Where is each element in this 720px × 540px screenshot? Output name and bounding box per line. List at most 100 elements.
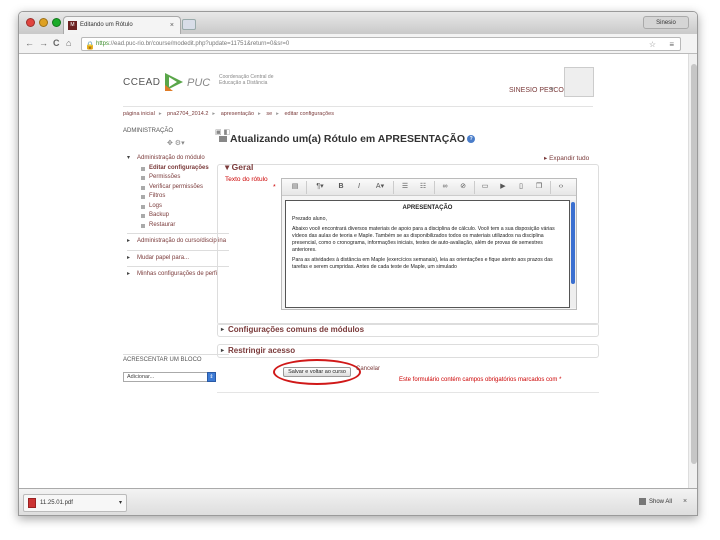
tab-strip: M Editando um Rótulo × Sinesio <box>19 12 697 34</box>
field-label: Texto do rótulo <box>225 176 268 183</box>
close-window-icon[interactable] <box>26 18 35 27</box>
copy-icon[interactable]: ❐ <box>532 182 546 192</box>
cancel-link[interactable]: Cancelar <box>356 366 380 372</box>
logo-subtitle: Coordenação Central de Educação a Distân… <box>219 74 274 86</box>
avatar[interactable] <box>564 67 594 97</box>
bookmark-star-icon[interactable]: ☆ <box>649 38 656 51</box>
paragraph-style-icon[interactable]: ¶▾ <box>310 182 330 192</box>
divider <box>434 181 435 194</box>
page-title-text: Atualizando um(a) Rótulo em APRESENTAÇÃO <box>230 133 466 145</box>
browser-window: M Editando um Rótulo × Sinesio ← → C ⌂ 🔒… <box>18 11 698 516</box>
page-title: Atualizando um(a) Rótulo em APRESENTAÇÃO… <box>219 133 476 145</box>
text-color-icon[interactable]: A▾ <box>370 182 390 192</box>
tree-item-my-profile[interactable]: Minhas configurações de perfil <box>127 270 229 280</box>
breadcrumb-separator-icon: ▸ <box>276 111 281 117</box>
add-block-select[interactable]: Adicionar... <box>123 372 215 382</box>
tree-item-module-admin[interactable]: Administração do módulo <box>127 154 229 164</box>
breadcrumb-separator-icon: ▸ <box>258 111 263 117</box>
logo-text: CCEAD <box>123 77 161 88</box>
tree-item-logs[interactable]: Logs <box>127 202 229 212</box>
unlink-icon[interactable]: ⊘ <box>456 182 470 192</box>
toolbar-toggle-icon[interactable]: ▤ <box>288 182 302 192</box>
tree-item-filters[interactable]: Filtros <box>127 192 229 202</box>
url-scheme: https <box>96 41 110 47</box>
select-arrow-icon[interactable]: ⇕ <box>207 372 216 382</box>
file-icon[interactable]: ▯ <box>514 182 528 192</box>
user-menu[interactable]: SINESIO PESCO <box>509 87 564 94</box>
editor-content[interactable]: APRESENTAÇÃO Prezado aluno, Abaixo você … <box>285 200 570 308</box>
forward-icon[interactable]: → <box>39 38 48 48</box>
section-common-settings[interactable]: Configurações comuns de módulos <box>217 323 599 337</box>
divider <box>306 181 307 194</box>
menu-icon[interactable]: ≡ <box>669 38 674 51</box>
bullet-list-icon[interactable]: ☰ <box>398 182 412 192</box>
tree-item-edit-settings[interactable]: Editar configurações <box>127 164 229 174</box>
browser-tab[interactable]: M Editando um Rótulo × <box>63 16 181 34</box>
breadcrumb-item[interactable]: pna2704_2014.2 <box>167 111 208 117</box>
zoom-window-icon[interactable] <box>52 18 61 27</box>
browser-toolbar: ← → C ⌂ 🔒 https://ead.puc-rio.br/course/… <box>19 34 697 54</box>
show-all-downloads-link[interactable]: Show All <box>639 498 672 505</box>
editor-scrollbar[interactable] <box>570 200 576 308</box>
divider <box>474 181 475 194</box>
tree-item-restore[interactable]: Restaurar <box>127 221 229 231</box>
rich-text-editor[interactable]: ▤ ¶▾ B I A▾ ☰ ☷ ∞ ⊘ ▭ ▶ ▯ ❐ ‹› APRESENTA… <box>281 178 577 310</box>
html-source-icon[interactable]: ‹› <box>554 182 568 192</box>
close-shelf-icon[interactable]: × <box>683 498 687 505</box>
expand-all-link[interactable]: ▸ Expandir tudo <box>544 154 589 162</box>
bold-icon[interactable]: B <box>334 182 348 192</box>
chevron-down-icon[interactable]: ▾ <box>119 495 122 512</box>
page-scrollbar[interactable] <box>688 54 697 488</box>
tree-item-switch-role[interactable]: Mudar papel para... <box>127 254 229 264</box>
divider <box>217 392 599 393</box>
numbered-list-icon[interactable]: ☷ <box>416 182 430 192</box>
admin-tree: Administração do módulo Editar configura… <box>127 154 229 280</box>
reload-icon[interactable]: C <box>53 38 60 48</box>
section-restrict-access[interactable]: Restringir acesso <box>217 344 599 358</box>
required-note-text: Este formulário contém campos obrigatóri… <box>399 377 558 383</box>
italic-icon[interactable]: I <box>352 182 366 192</box>
page-scroll-thumb[interactable] <box>691 64 697 464</box>
section-general-label: Geral <box>231 162 254 172</box>
page-viewport: CCEAD PUC Coordenação Central de Educaçã… <box>19 54 688 488</box>
download-filename: 11.25.01.pdf <box>40 500 73 506</box>
breadcrumb-item[interactable]: editar configurações <box>284 111 334 117</box>
new-tab-button[interactable] <box>182 19 196 30</box>
editor-toolbar: ▤ ¶▾ B I A▾ ☰ ☷ ∞ ⊘ ▭ ▶ ▯ ❐ ‹› <box>282 179 576 196</box>
link-icon[interactable]: ∞ <box>438 182 452 192</box>
add-block-title: ACRESCENTAR UM BLOCO <box>123 354 229 363</box>
breadcrumb-separator-icon: ▸ <box>212 111 217 117</box>
divider <box>127 233 229 234</box>
minimize-window-icon[interactable] <box>39 18 48 27</box>
breadcrumb: página inicial ▸ pna2704_2014.2 ▸ apresent… <box>123 106 593 117</box>
section-general[interactable]: ▾ Geral <box>225 162 253 173</box>
tree-item-backup[interactable]: Backup <box>127 211 229 221</box>
required-mark: * <box>273 184 276 191</box>
home-icon[interactable]: ⌂ <box>66 38 71 48</box>
content-greeting: Prezado aluno, <box>292 216 327 222</box>
tree-item-check-permissions[interactable]: Verificar permissões <box>127 183 229 193</box>
image-icon[interactable]: ▭ <box>478 182 492 192</box>
required-note: Este formulário contém campos obrigatóri… <box>399 377 561 383</box>
breadcrumb-item[interactable]: página inicial <box>123 111 155 117</box>
tree-item-permissions[interactable]: Permissões <box>127 173 229 183</box>
download-item[interactable]: 11.25.01.pdf ▾ <box>23 494 127 512</box>
breadcrumb-item[interactable]: se <box>266 111 272 117</box>
site-logo[interactable]: CCEAD PUC Coordenação Central de Educaçã… <box>123 68 303 96</box>
download-shelf: 11.25.01.pdf ▾ Show All × <box>19 488 697 515</box>
address-bar[interactable]: 🔒 https://ead.puc-rio.br/course/modedit.… <box>81 37 681 51</box>
editor-scroll-thumb[interactable] <box>571 202 575 284</box>
divider <box>550 181 551 194</box>
help-icon[interactable]: ? <box>467 135 476 144</box>
chevron-down-icon[interactable]: ▼ <box>549 87 555 93</box>
media-icon[interactable]: ▶ <box>496 182 510 192</box>
label-module-icon <box>219 136 227 143</box>
back-icon[interactable]: ← <box>25 38 34 48</box>
breadcrumb-item[interactable]: apresentação <box>221 111 254 117</box>
pdf-file-icon <box>28 498 36 508</box>
url-text: ://ead.puc-rio.br/course/modedit.php?upd… <box>109 41 290 47</box>
browser-user-button[interactable]: Sinesio <box>643 16 689 29</box>
tree-item-course-admin[interactable]: Administração do curso/disciplina <box>127 237 229 247</box>
tab-close-icon[interactable]: × <box>170 17 174 34</box>
move-gear-icon[interactable]: ✥ ⚙▾ <box>167 139 185 147</box>
